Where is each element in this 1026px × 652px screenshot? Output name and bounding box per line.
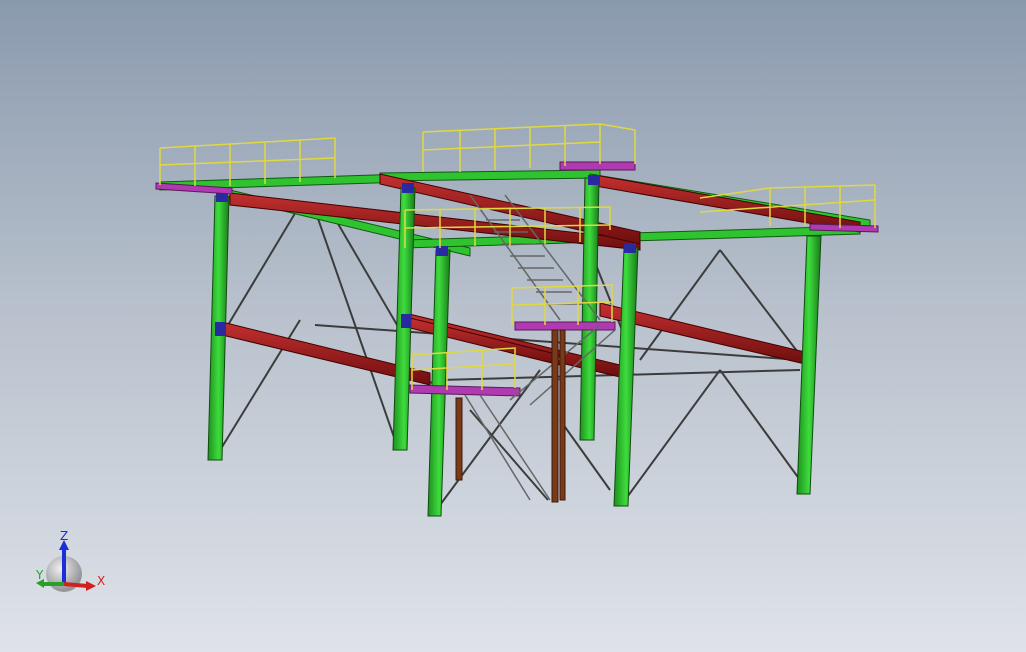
x-axis-label: X	[97, 574, 105, 588]
x-axis-arrow	[63, 582, 89, 588]
orientation-triad[interactable]: Z X Y	[30, 528, 110, 598]
x-axis-head	[86, 581, 96, 591]
steel-structure-model[interactable]	[0, 0, 1026, 652]
z-axis-label: Z	[60, 529, 68, 543]
y-axis-label: Y	[35, 568, 44, 582]
graphics-viewport[interactable]: Z X Y	[0, 0, 1026, 652]
